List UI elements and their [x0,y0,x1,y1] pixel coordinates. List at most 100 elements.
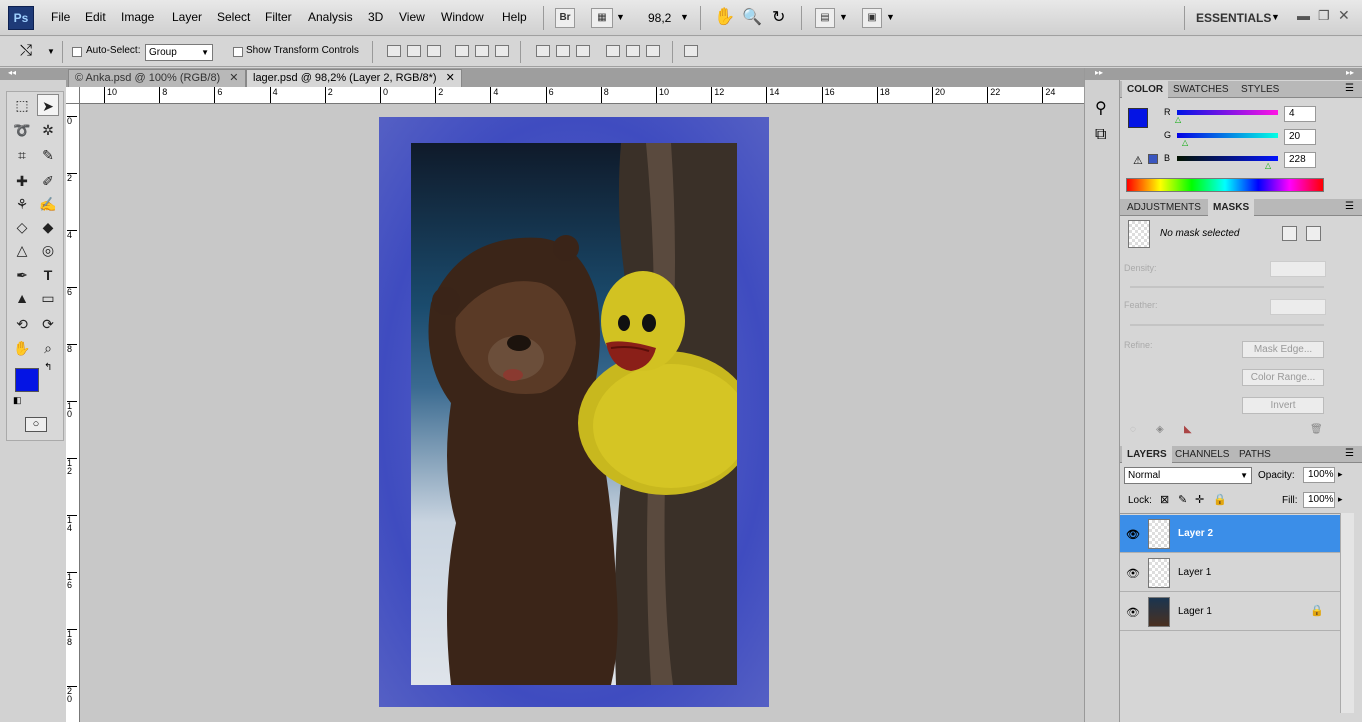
r-slider[interactable] [1177,110,1278,115]
opacity-field[interactable]: 100% [1303,467,1335,483]
restore-icon[interactable]: ❐ [1318,8,1330,24]
clone-stamp-icon[interactable]: ⚘ [11,193,33,215]
visibility-icon[interactable]: ◈ [1156,424,1164,435]
distribute-left-icon[interactable] [606,45,620,57]
layer-row-lager-1[interactable]: 👁 Lager 1 🔒 [1120,593,1340,631]
distribute-hcenter-icon[interactable] [626,45,640,57]
blur-tool-icon[interactable]: △ [11,239,33,261]
eye-icon[interactable]: 👁 [1126,606,1140,619]
chevron-down-icon[interactable]: ▼ [886,12,895,22]
tab-lager[interactable]: lager.psd @ 98,2% (Layer 2, RGB/8*) ✕ [246,69,462,87]
minimize-icon[interactable]: ▬ [1297,8,1310,23]
menu-image[interactable]: Image [121,10,154,24]
chevron-down-icon[interactable]: ▼ [616,12,625,22]
crop-tool-icon[interactable]: ⌗ [11,144,33,166]
quick-mask-icon[interactable]: ○ [25,417,47,432]
3d-rotate-icon[interactable]: ⟲ [11,313,33,335]
pen-tool-icon[interactable]: ✒ [11,264,33,286]
align-left-icon[interactable] [455,45,469,57]
r-value-field[interactable]: 4 [1284,106,1316,122]
align-top-icon[interactable] [387,45,401,57]
menu-analysis[interactable]: Analysis [308,10,353,24]
lock-position-icon[interactable]: ✛ [1195,493,1204,506]
align-right-icon[interactable] [495,45,509,57]
extras-icon[interactable]: ▦ [591,8,613,28]
eraser-tool-icon[interactable]: ◇ [11,216,33,238]
auto-align-icon[interactable] [684,45,698,57]
chevron-down-icon[interactable]: ▼ [680,12,689,22]
slider-thumb-icon[interactable]: △ [1265,161,1271,170]
chevron-right-icon[interactable]: ▸ [1338,494,1343,505]
align-bottom-icon[interactable] [427,45,441,57]
apply-mask-icon[interactable]: ◣ [1184,424,1192,435]
auto-select-dropdown[interactable]: Group ▼ [145,44,213,61]
g-slider[interactable] [1177,133,1278,138]
invert-button[interactable]: Invert [1242,397,1324,414]
out-of-gamut-warning-icon[interactable]: ⚠ [1133,154,1143,167]
zoom-tool-icon[interactable]: ⌕ [37,337,59,359]
slider-thumb-icon[interactable]: △ [1182,138,1188,147]
tab-styles[interactable]: STYLES [1236,81,1284,98]
chevron-down-icon[interactable]: ▼ [47,47,55,56]
menu-file[interactable]: File [51,10,70,24]
gamut-color-swatch[interactable] [1148,154,1158,164]
distribute-vcenter-icon[interactable] [556,45,570,57]
tab-layers[interactable]: LAYERS [1122,446,1172,463]
lock-all-icon[interactable]: 🔒 [1213,493,1227,506]
align-vcenter-icon[interactable] [407,45,421,57]
arrange-documents-icon[interactable]: ▤ [815,8,835,28]
brush-presets-icon[interactable]: ⚲ [1095,98,1107,118]
type-tool-icon[interactable]: T [37,264,59,286]
blend-mode-dropdown[interactable]: Normal ▼ [1124,467,1252,484]
marquee-tool-icon[interactable]: ⬚ [11,94,33,116]
chevron-down-icon[interactable]: ▼ [839,12,848,22]
color-spectrum-ramp[interactable] [1126,178,1324,192]
close-icon[interactable]: ✕ [446,72,455,84]
close-icon[interactable]: ✕ [1338,7,1350,24]
mask-edge-button[interactable]: Mask Edge... [1242,341,1324,358]
tab-paths[interactable]: PATHS [1234,446,1276,463]
zoom-level[interactable]: 98,2 [648,11,671,25]
panel-menu-icon[interactable]: ☰ [1345,201,1354,212]
zoom-icon[interactable]: 🔍 [742,7,762,27]
screen-mode-icon[interactable]: ▣ [862,8,882,28]
path-selection-icon[interactable]: ▲ [11,287,33,309]
fill-field[interactable]: 100% [1303,492,1335,508]
shape-tool-icon[interactable]: ▭ [37,287,59,309]
layer-row-layer-2[interactable]: 👁 Layer 2 [1120,515,1340,553]
panel-menu-icon[interactable]: ☰ [1345,448,1354,459]
hand-icon[interactable]: ✋ [714,7,735,27]
distribute-right-icon[interactable] [646,45,660,57]
tab-swatches[interactable]: SWATCHES [1168,81,1234,98]
lock-pixels-icon[interactable]: ✎ [1178,493,1187,506]
trash-icon[interactable]: 🗑 [1310,424,1323,435]
layer-row-layer-1[interactable]: 👁 Layer 1 [1120,554,1340,592]
b-value-field[interactable]: 228 [1284,152,1316,168]
bridge-button[interactable]: Br [555,8,575,28]
history-brush-icon[interactable]: ✍ [37,193,59,215]
ruler-origin[interactable] [66,87,80,104]
default-colors-icon[interactable]: ◧ [13,395,22,406]
tab-adjustments[interactable]: ADJUSTMENTS [1122,199,1206,216]
eyedropper-icon[interactable]: ✎ [37,144,59,166]
b-slider[interactable] [1177,156,1278,161]
menu-edit[interactable]: Edit [85,10,106,24]
move-tool-icon[interactable]: ➤ [37,94,59,116]
auto-select-checkbox[interactable] [72,47,82,57]
expand-icon[interactable]: ▸▸ [1095,68,1103,77]
distribute-top-icon[interactable] [536,45,550,57]
menu-view[interactable]: View [399,10,425,24]
show-transform-checkbox[interactable] [233,47,243,57]
move-tool-icon[interactable]: ⤭ [20,42,32,59]
tab-masks[interactable]: MASKS [1208,199,1255,216]
lasso-tool-icon[interactable]: ➰ [11,119,33,141]
layers-scrollbar[interactable] [1340,513,1354,713]
g-value-field[interactable]: 20 [1284,129,1316,145]
menu-filter[interactable]: Filter [265,10,292,24]
menu-layer[interactable]: Layer [172,10,202,24]
paint-bucket-icon[interactable]: ◆ [37,216,59,238]
clone-source-icon[interactable]: ⧉ [1095,126,1106,144]
dodge-tool-icon[interactable]: ◎ [37,239,59,261]
align-hcenter-icon[interactable] [475,45,489,57]
brush-tool-icon[interactable]: ✐ [37,170,59,192]
